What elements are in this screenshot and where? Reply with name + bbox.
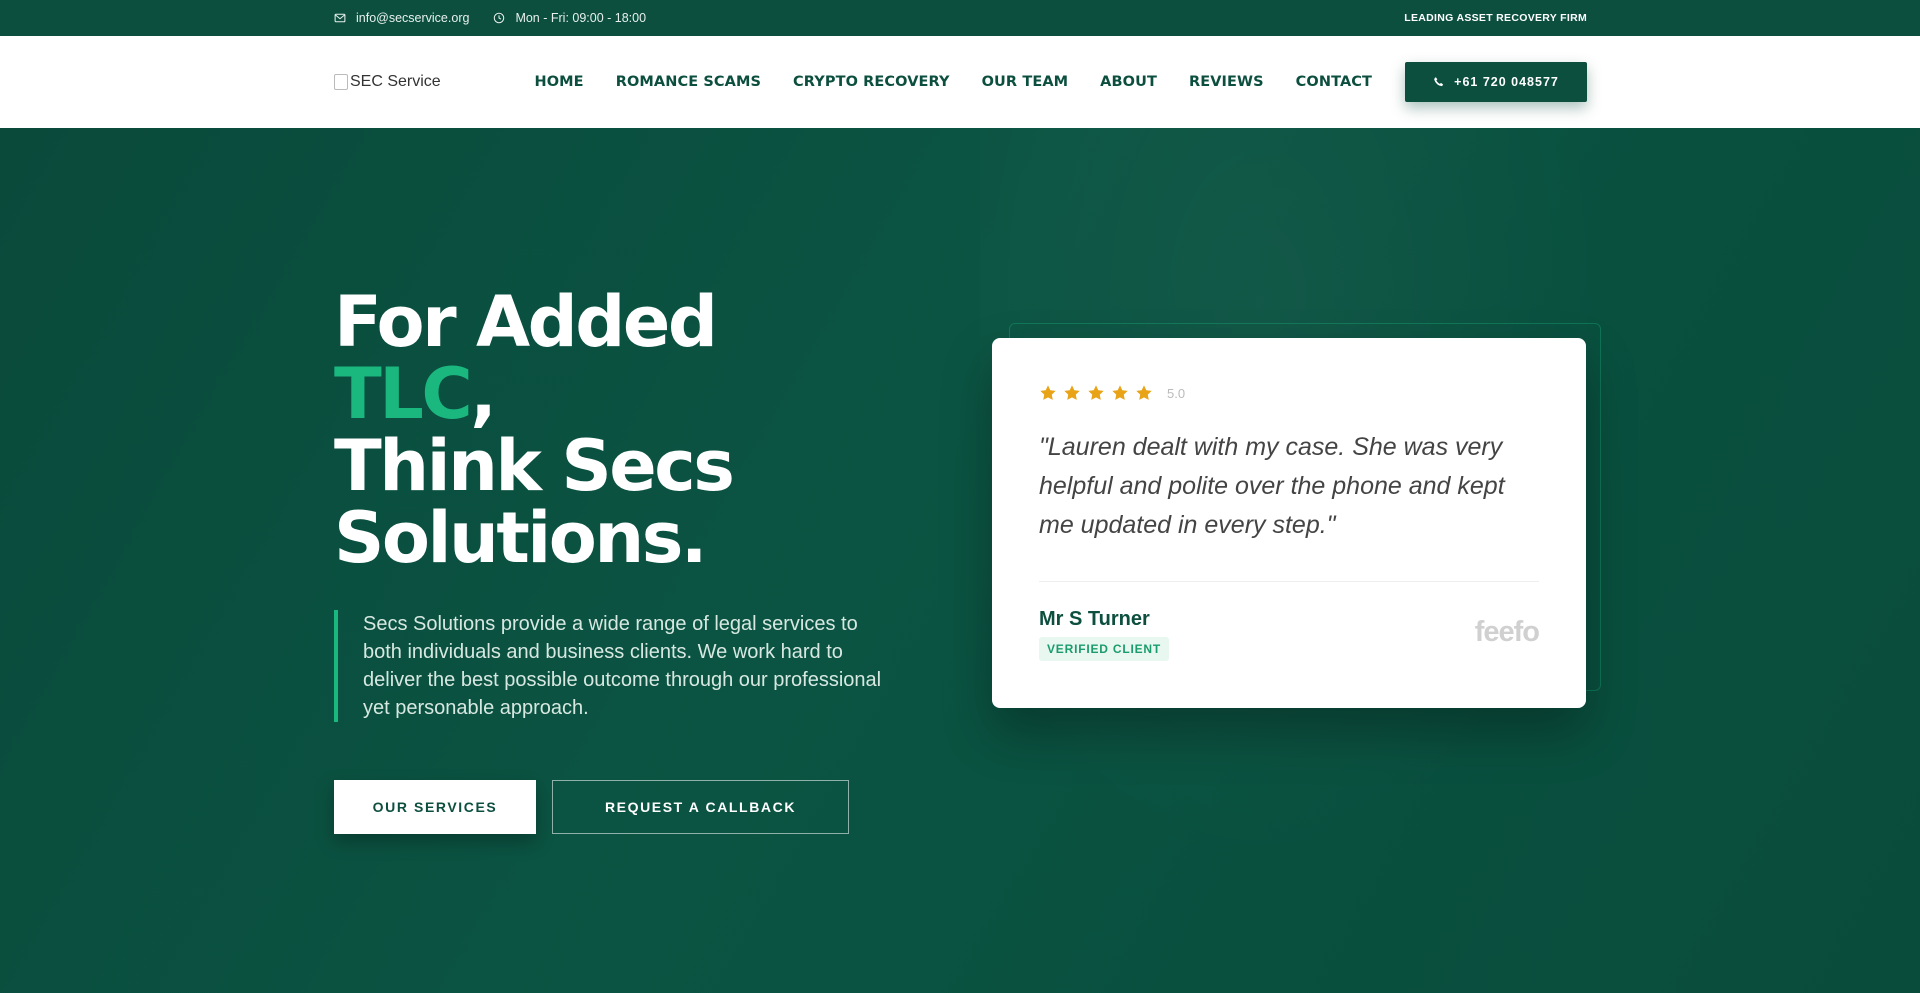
envelope-icon — [334, 13, 346, 23]
nav-contact[interactable]: CONTACT — [1296, 74, 1372, 90]
topbar-tagline: LEADING ASSET RECOVERY FIRM — [1404, 12, 1587, 24]
rating-score: 5.0 — [1167, 385, 1186, 401]
phone-icon — [1434, 77, 1444, 87]
our-services-button[interactable]: OUR SERVICES — [334, 780, 536, 834]
review-card: 5.0 "Lauren dealt with my case. She was … — [992, 338, 1586, 708]
headline-line2: Think Secs — [334, 425, 735, 507]
nav-crypto-recovery[interactable]: CRYPTO RECOVERY — [793, 74, 950, 90]
broken-image-icon — [334, 74, 348, 90]
hero-section: For Added TLC, Think Secs Solutions. Sec… — [0, 128, 1920, 993]
verified-badge: VERIFIED CLIENT — [1039, 637, 1170, 661]
review-author-row: Mr S Turner VERIFIED CLIENT feefo — [1039, 608, 1540, 661]
hero-headline: For Added TLC, Think Secs Solutions. — [334, 286, 894, 574]
review-author: Mr S Turner — [1039, 608, 1150, 630]
logo-alt-text: SEC Service — [350, 73, 441, 90]
hero-lead: Secs Solutions provide a wide range of l… — [334, 610, 894, 722]
star-icon — [1088, 385, 1104, 400]
star-icon — [1040, 385, 1056, 400]
review-quote: "Lauren dealt with my case. She was very… — [1039, 433, 1505, 539]
headline-part1: For Added — [334, 281, 718, 363]
star-icon — [1136, 385, 1152, 400]
review-divider — [1039, 581, 1539, 582]
topbar-hours: Mon - Fri: 09:00 - 18:00 — [493, 11, 646, 25]
headline-accent: TLC — [334, 353, 473, 435]
headline-line3: Solutions. — [334, 497, 707, 579]
hero-cta-row: OUR SERVICES REQUEST A CALLBACK — [334, 780, 894, 834]
nav-reviews[interactable]: REVIEWS — [1189, 74, 1264, 90]
headline-part2: , — [470, 353, 497, 435]
topbar-email-text: info@secservice.org — [356, 11, 470, 25]
top-bar: info@secservice.org Mon - Fri: 09:00 - 1… — [0, 0, 1920, 36]
main-nav: HOME ROMANCE SCAMS CRYPTO RECOVERY OUR T… — [518, 74, 1388, 90]
star-icon — [1064, 385, 1080, 400]
nav-our-team[interactable]: OUR TEAM — [982, 74, 1069, 90]
phone-number: +61 720 048577 — [1454, 75, 1559, 89]
nav-about[interactable]: ABOUT — [1100, 74, 1157, 90]
star-icon — [1112, 385, 1128, 400]
phone-button[interactable]: +61 720 048577 — [1405, 62, 1587, 102]
nav-home[interactable]: HOME — [534, 74, 583, 90]
feefo-logo: feefo — [1474, 616, 1540, 648]
topbar-email[interactable]: info@secservice.org — [334, 11, 469, 25]
hero-content: For Added TLC, Think Secs Solutions. Sec… — [334, 286, 894, 834]
nav-romance-scams[interactable]: ROMANCE SCAMS — [616, 74, 761, 90]
request-callback-button[interactable]: REQUEST A CALLBACK — [552, 780, 849, 834]
rating-stars: 5.0 — [1039, 384, 1539, 402]
review-author-block: Mr S Turner VERIFIED CLIENT — [1039, 608, 1170, 661]
site-header: SEC Service HOME ROMANCE SCAMS CRYPTO RE… — [0, 36, 1920, 128]
clock-icon — [494, 12, 505, 24]
site-logo[interactable]: SEC Service — [334, 73, 441, 91]
topbar-hours-text: Mon - Fri: 09:00 - 18:00 — [515, 11, 647, 25]
